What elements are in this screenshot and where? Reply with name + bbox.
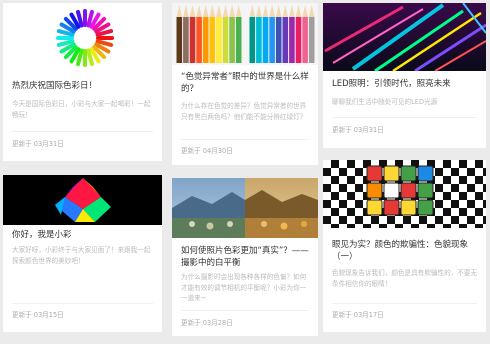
led-light-streaks-icon xyxy=(323,3,486,71)
article-excerpt: 为什么摄影时会出现各种各样的色偏？如何才能有效的调节相机的平衡呢？小彩为你一一道… xyxy=(181,273,307,302)
divider xyxy=(332,303,477,304)
date-prefix: 更新于 xyxy=(12,311,32,319)
article-title[interactable]: LED照明：引领时代，照亮未来 xyxy=(332,78,478,90)
article-card-color-day[interactable]: 热烈庆祝国际色彩日！ 今天是国际色彩日，小彩与大家一起喝彩！一起畅玩！ 更新于 0… xyxy=(3,3,162,161)
article-card-white-balance[interactable]: 如何使照片色彩更加“真实”？——撮影中的白平衡 为什么摄影时会出现各种各样的色偏… xyxy=(172,178,318,336)
date-prefix: 更新于 xyxy=(181,147,201,155)
article-title[interactable]: 如何使照片色彩更加“真实”？——撮影中的白平衡 xyxy=(181,245,310,269)
article-date: 更新于 03月17日 xyxy=(332,311,384,320)
date-value: 03月15日 xyxy=(33,311,64,319)
article-card-color-illusion[interactable]: 眼见为实？颜色的欺骗性：色貌现象（一） 色貌现象告诉我们，颜色是具有欺骗性的，不… xyxy=(323,160,486,332)
article-title[interactable]: “色觉异常者”眼中的世界是什么样的？ xyxy=(181,71,310,95)
article-title[interactable]: 眼见为实？颜色的欺骗性：色貌现象（一） xyxy=(332,239,478,263)
divider xyxy=(12,131,153,132)
date-value: 03月31日 xyxy=(33,140,64,148)
article-excerpt: 为什么存在色觉的差异？色觉异常者的世界只有黑白两色吗？他们能不能分辨红绿灯？ xyxy=(181,102,307,121)
color-wheel-logo-icon xyxy=(3,3,162,71)
date-value: 03月31日 xyxy=(353,126,384,134)
divider xyxy=(181,310,309,311)
date-value: 03月28日 xyxy=(202,319,233,327)
article-date: 更新于 03月31日 xyxy=(12,140,64,149)
article-card-hello[interactable]: 你好，我是小彩 大家好呀，小彩终于与大家见面了！来跟我一起探索颜色世界的美妙吧！… xyxy=(3,175,162,332)
divider xyxy=(181,139,309,140)
article-date: 更新于 03月15日 xyxy=(12,311,64,320)
colored-pencils-icon xyxy=(172,3,318,65)
date-value: 04月30日 xyxy=(202,147,233,155)
divider xyxy=(12,303,153,304)
date-prefix: 更新于 xyxy=(332,311,352,319)
article-date: 更新于 03月28日 xyxy=(181,319,233,328)
landscape-photo-icon xyxy=(172,178,318,238)
article-card-led[interactable]: LED照明：引领时代，照亮未来 聊聊我们生活中随处可见的LED光源 更新于 03月… xyxy=(323,3,486,148)
rubik-cube-illusion-icon xyxy=(323,160,486,228)
article-excerpt: 大家好呀，小彩终于与大家见面了！来跟我一起探索颜色世界的美妙吧！ xyxy=(12,246,151,265)
date-prefix: 更新于 xyxy=(12,140,32,148)
article-excerpt: 聊聊我们生活中随处可见的LED光源 xyxy=(332,98,438,106)
date-prefix: 更新于 xyxy=(181,319,201,327)
rainbow-prism-logo-icon xyxy=(3,175,162,225)
date-value: 03月17日 xyxy=(353,311,384,319)
date-prefix: 更新于 xyxy=(332,126,352,134)
article-excerpt: 今天是国际色彩日，小彩与大家一起喝彩！一起畅玩！ xyxy=(12,100,151,119)
article-date: 更新于 04月30日 xyxy=(181,147,233,156)
article-card-color-blindness[interactable]: “色觉异常者”眼中的世界是什么样的？ 为什么存在色觉的差异？色觉异常者的世界只有… xyxy=(172,3,318,165)
divider xyxy=(332,117,477,118)
article-date: 更新于 03月31日 xyxy=(332,126,384,135)
article-excerpt: 色貌现象告诉我们，颜色是具有欺骗性的，不要无条件相信你的眼睛！ xyxy=(332,269,478,288)
article-title[interactable]: 你好，我是小彩 xyxy=(12,229,154,241)
article-title[interactable]: 热烈庆祝国际色彩日！ xyxy=(12,80,154,92)
